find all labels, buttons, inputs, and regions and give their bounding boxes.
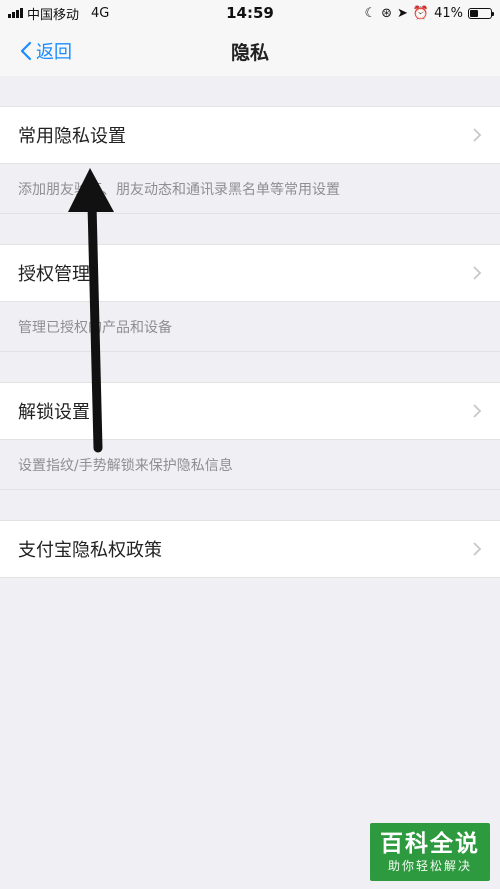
battery-percent: 41% xyxy=(434,5,463,21)
page-title: 隐私 xyxy=(230,41,269,64)
row-label: 授权管理 xyxy=(18,264,90,285)
unlock-settings-row[interactable]: 解锁设置 xyxy=(0,383,500,439)
chevron-left-icon xyxy=(20,41,32,61)
moon-icon: ☾ xyxy=(364,5,377,21)
network-label: 4G xyxy=(91,5,110,21)
row-label: 常用隐私设置 xyxy=(18,126,126,147)
row-description: 设置指纹/手势解锁来保护隐私信息 xyxy=(0,439,500,489)
section-unlock: 解锁设置 设置指纹/手势解锁来保护隐私信息 xyxy=(0,382,500,490)
authorization-management-row[interactable]: 授权管理 xyxy=(0,245,500,301)
watermark-sub: 助你轻松解决 xyxy=(387,859,472,873)
chevron-right-icon xyxy=(473,404,482,418)
status-bar: 中国移动 4G 14:59 ☾ ⊛ ➤ ⏰ 41% xyxy=(0,0,500,26)
battery-icon xyxy=(468,7,494,19)
location-icon: ➤ xyxy=(397,5,408,21)
status-left: 中国移动 4G xyxy=(8,4,109,23)
row-description: 管理已授权的产品和设备 xyxy=(0,301,500,351)
row-description: 添加朋友验证、朋友动态和通讯录黑名单等常用设置 xyxy=(0,163,500,213)
section-authorization: 授权管理 管理已授权的产品和设备 xyxy=(0,244,500,352)
rotation-lock-icon: ⊛ xyxy=(381,5,392,21)
common-privacy-settings-row[interactable]: 常用隐私设置 xyxy=(0,107,500,163)
row-label: 支付宝隐私权政策 xyxy=(18,540,162,561)
privacy-policy-row[interactable]: 支付宝隐私权政策 xyxy=(0,521,500,577)
status-right: ☾ ⊛ ➤ ⏰ 41% xyxy=(364,5,494,21)
back-button[interactable]: 返回 xyxy=(20,26,72,76)
chevron-right-icon xyxy=(473,266,482,280)
navigation-bar: 返回 隐私 xyxy=(0,26,500,76)
section-privacy-policy: 支付宝隐私权政策 xyxy=(0,520,500,578)
watermark-logo: 百科全说 助你轻松解决 xyxy=(370,823,490,881)
watermark-main: 百科全说 xyxy=(380,831,480,857)
back-label: 返回 xyxy=(36,42,72,63)
section-common-privacy: 常用隐私设置 添加朋友验证、朋友动态和通讯录黑名单等常用设置 xyxy=(0,106,500,214)
chevron-right-icon xyxy=(473,542,482,556)
alarm-icon: ⏰ xyxy=(412,5,430,21)
row-label: 解锁设置 xyxy=(18,402,90,423)
carrier-label: 中国移动 xyxy=(27,7,80,23)
chevron-right-icon xyxy=(473,128,482,142)
signal-icon xyxy=(8,8,23,18)
